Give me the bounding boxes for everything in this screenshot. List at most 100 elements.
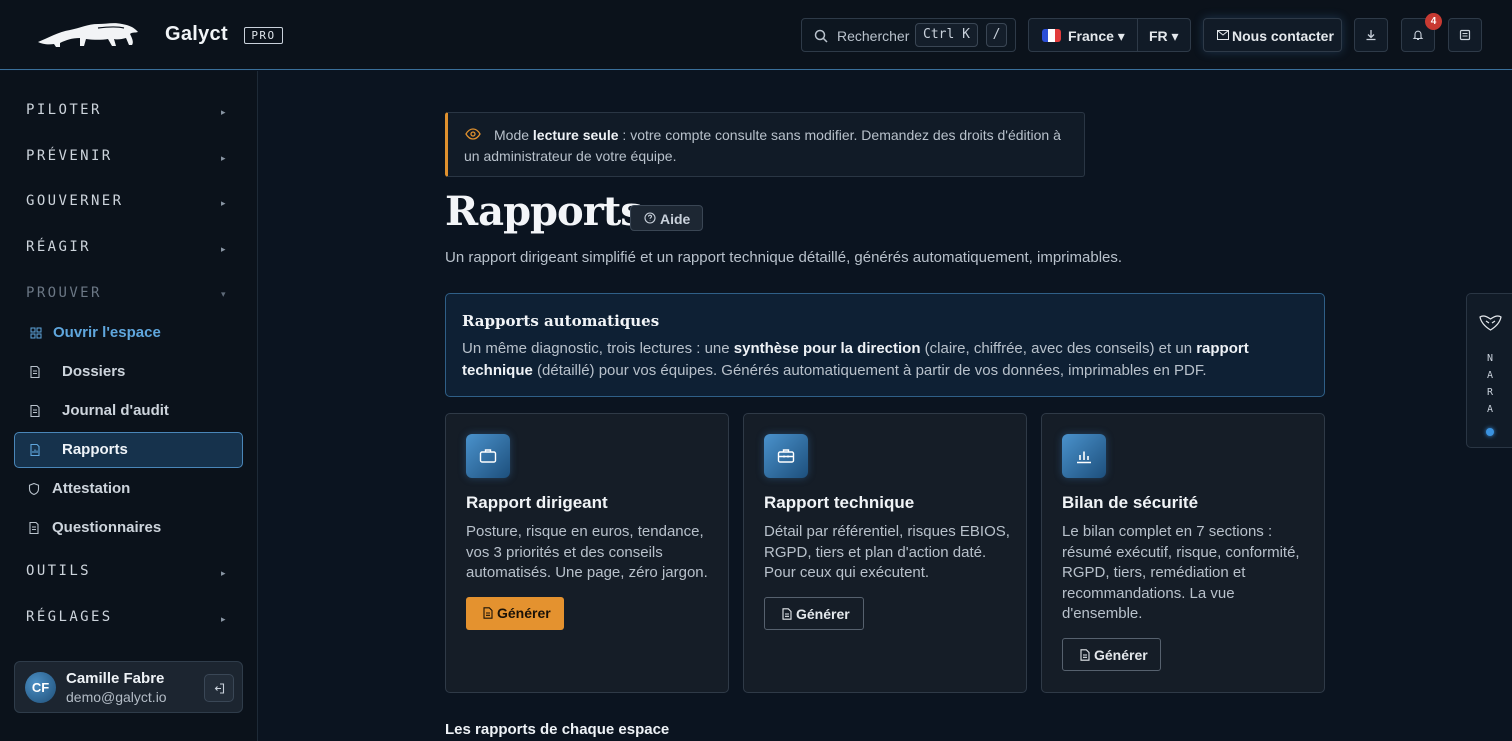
section-label: PILOTER (26, 102, 102, 118)
assistant-label-letter: A (1487, 404, 1494, 415)
contact-button[interactable]: Nous contacter (1203, 18, 1342, 52)
search-label: Rechercher (837, 28, 910, 44)
generate-label: Générer (497, 605, 551, 621)
section-label: RÉGLAGES (26, 609, 113, 625)
help-button[interactable]: Aide (630, 205, 703, 231)
expand-arrow-icon: ▸ (221, 107, 226, 117)
info-panel: Rapports automatiques Un même diagnostic… (445, 293, 1325, 397)
generate-label: Générer (1094, 647, 1148, 663)
document-icon (30, 404, 40, 418)
generate-button[interactable]: Générer (764, 597, 864, 630)
country-language-selector: France ▾ FR ▾ (1028, 18, 1191, 52)
file-icon (1080, 649, 1090, 661)
search-shortcut-key: Ctrl K (915, 23, 978, 47)
card-description: Le bilan complet en 7 sections : résumé … (1062, 523, 1300, 622)
notes-button[interactable] (1448, 18, 1482, 52)
assistant-label-letter: N (1487, 353, 1494, 364)
section-label: PRÉVENIR (26, 148, 113, 164)
report-card-technical: Rapport technique Détail par référentiel… (743, 413, 1027, 693)
card-icon-tile (1062, 434, 1106, 478)
card-description: Posture, risque en euros, tendance, vos … (466, 523, 708, 581)
shield-icon (28, 482, 40, 496)
sidebar-item-label: Attestation (52, 480, 131, 497)
file-icon (483, 607, 493, 619)
notebook-icon (1459, 29, 1471, 41)
download-icon (1366, 30, 1376, 41)
sidebar-item-label: Questionnaires (52, 519, 162, 536)
generate-label: Générer (796, 606, 850, 622)
grid-icon (30, 327, 42, 339)
user-name: Camille Fabre (66, 670, 165, 687)
sidebar-item-label: Dossiers (62, 363, 126, 380)
france-flag-icon (1042, 29, 1061, 42)
page-title: Rapports (445, 188, 643, 235)
search-icon (814, 29, 828, 43)
logout-icon (214, 683, 225, 694)
info-body: Un même diagnostic, trois lectures : une… (462, 340, 1249, 379)
plan-badge: PRO (244, 27, 283, 44)
bar-chart-icon (1077, 451, 1091, 464)
section-label: OUTILS (26, 563, 91, 579)
notice-text: Mode lecture seule : votre compte consul… (464, 127, 1061, 164)
section-label: RÉAGIR (26, 239, 91, 255)
user-email: demo@galyct.io (66, 689, 167, 705)
notification-count-badge: 4 (1425, 13, 1442, 30)
card-icon-tile (764, 434, 808, 478)
document-icon (30, 365, 40, 379)
generate-button[interactable]: Générer (1062, 638, 1161, 671)
report-card-executive: Rapport dirigeant Posture, risque en eur… (445, 413, 729, 693)
assistant-label-letter: R (1487, 387, 1494, 398)
sidebar-item-dossiers[interactable]: Dossiers (14, 354, 243, 390)
sidebar-item-open-space[interactable]: Ouvrir l'espace (14, 315, 243, 351)
sidebar-item-attestation[interactable]: Attestation (14, 471, 243, 507)
brand-name: Galyct (165, 23, 228, 45)
toolbox-icon (777, 449, 795, 463)
help-label: Aide (660, 211, 691, 227)
read-only-notice: Mode lecture seule : votre compte consul… (445, 112, 1085, 177)
card-description: Détail par référentiel, risques EBIOS, R… (764, 523, 1010, 581)
user-card: CF Camille Fabre demo@galyct.io (14, 661, 243, 713)
card-title: Rapport technique (764, 493, 915, 512)
sidebar-item-rapports[interactable]: Rapports (14, 432, 243, 468)
assistant-label-letter: A (1487, 370, 1494, 381)
sidebar-item-label: Rapports (62, 441, 128, 458)
expand-arrow-icon: ▸ (221, 153, 226, 163)
expand-arrow-icon: ▸ (221, 568, 226, 578)
generate-button[interactable]: Générer (466, 597, 564, 630)
section-heading: Les rapports de chaque espace (445, 721, 670, 738)
section-label: GOUVERNER (26, 193, 124, 209)
logout-button[interactable] (204, 674, 234, 702)
sidebar-item-label: Ouvrir l'espace (53, 324, 161, 341)
divider (1137, 19, 1138, 51)
search-box[interactable]: Rechercher Ctrl K / (801, 18, 1016, 52)
sidebar-item-questionnaires[interactable]: Questionnaires (14, 510, 243, 546)
file-icon (782, 608, 792, 620)
sidebar-item-journal-audit[interactable]: Journal d'audit (14, 393, 243, 429)
country-dropdown[interactable]: France ▾ (1068, 28, 1125, 45)
language-dropdown[interactable]: FR ▾ (1149, 28, 1179, 45)
card-title: Rapport dirigeant (466, 493, 608, 512)
report-card-security-review: Bilan de sécurité Le bilan complet en 7 … (1041, 413, 1325, 693)
page-subtitle: Un rapport dirigeant simplifié et un rap… (445, 249, 1123, 266)
panther-logo-icon[interactable] (36, 18, 140, 52)
top-header: Galyct PRO Rechercher Ctrl K / France ▾ … (0, 0, 1512, 70)
bell-icon (1412, 30, 1424, 41)
briefcase-icon (479, 449, 497, 463)
download-button[interactable] (1354, 18, 1388, 52)
sidebar: PILOTER ▸ PRÉVENIR ▸ GOUVERNER ▸ RÉAGIR … (0, 71, 258, 741)
info-title: Rapports automatiques (462, 312, 660, 330)
collapse-arrow-icon: ▾ (221, 289, 226, 299)
mail-icon (1217, 30, 1229, 40)
section-label: PROUVER (26, 285, 102, 301)
sidebar-item-label: Journal d'audit (62, 402, 169, 419)
assistant-side-tab[interactable]: N A R A (1466, 293, 1512, 448)
search-slash-key: / (986, 23, 1007, 47)
expand-arrow-icon: ▸ (221, 244, 226, 254)
card-title: Bilan de sécurité (1062, 493, 1199, 512)
help-icon (644, 212, 656, 224)
document-icon (29, 521, 39, 535)
avatar[interactable]: CF (25, 672, 56, 703)
contact-label: Nous contacter (1232, 28, 1334, 44)
report-icon (30, 443, 40, 457)
card-icon-tile (466, 434, 510, 478)
